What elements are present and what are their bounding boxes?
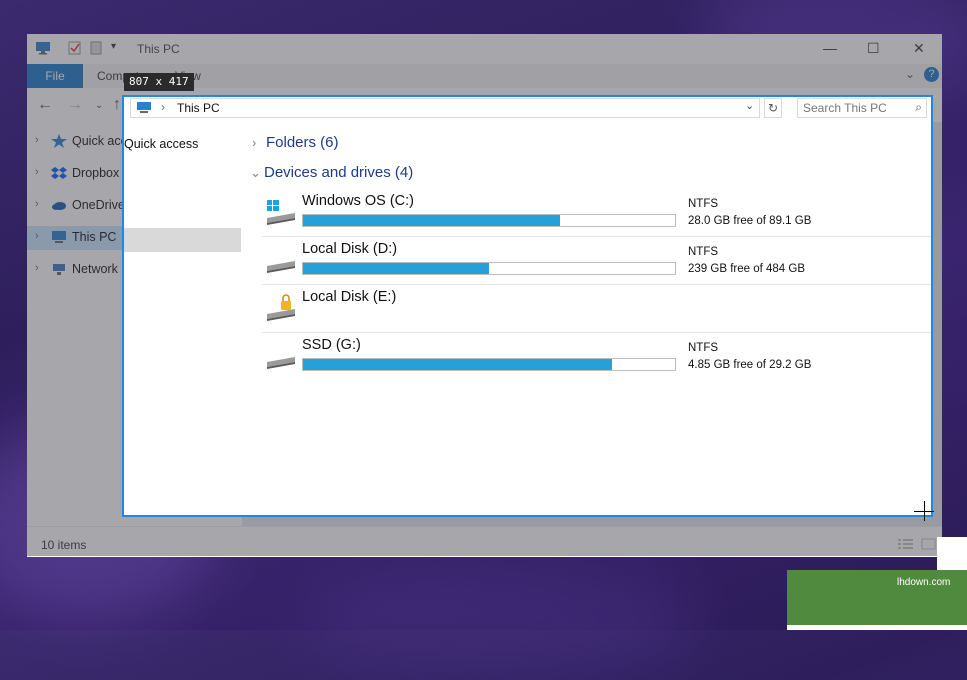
chevron-right-icon[interactable]: › xyxy=(252,135,266,150)
search-icon[interactable]: ⌕ xyxy=(915,100,922,115)
back-button[interactable]: ← xyxy=(37,96,53,114)
close-button[interactable]: ✕ xyxy=(913,40,925,57)
ribbon-expand-icon[interactable]: ⌄ xyxy=(905,67,915,81)
drive-name: Local Disk (E:) xyxy=(302,289,397,305)
computer-icon xyxy=(36,42,50,55)
drive-filesystem: NTFS xyxy=(688,246,719,258)
network-icon xyxy=(53,264,65,275)
chevron-down-icon[interactable]: ⌄ xyxy=(250,165,264,181)
address-bar-row: › This PC ⌄ ↻ Search This PC ⌕ xyxy=(124,97,931,119)
drive-filesystem: NTFS xyxy=(688,198,719,210)
drive-icon xyxy=(267,357,295,369)
drive-usage-fill xyxy=(303,215,560,226)
quick-access-partial-label: Quick access xyxy=(124,137,199,151)
drive-free-space: 4.85 GB free of 29.2 GB xyxy=(688,359,812,371)
folders-title: Folders (6) xyxy=(266,134,339,151)
chevron-right-icon[interactable]: › xyxy=(35,198,39,210)
chevron-right-icon[interactable]: › xyxy=(35,262,39,274)
recent-locations-icon[interactable]: ⌄ xyxy=(95,100,103,111)
chevron-right-icon[interactable]: › xyxy=(35,166,39,178)
properties-icon[interactable] xyxy=(67,41,83,55)
devices-section-header[interactable]: ⌄ Devices and drives (4) xyxy=(250,164,413,181)
up-button[interactable]: ↑ xyxy=(113,96,121,114)
search-placeholder: Search This PC xyxy=(803,101,887,115)
drive-usage-fill xyxy=(303,263,489,274)
desktop-shape xyxy=(300,560,700,680)
drive-name: Local Disk (D:) xyxy=(302,241,398,257)
sidebar-selection-highlight xyxy=(124,228,241,252)
item-count: 10 items xyxy=(41,538,87,552)
chevron-right-icon[interactable]: › xyxy=(35,230,39,242)
sidebar-item-label: OneDrive xyxy=(72,198,125,212)
watermark-text: lhdown.com xyxy=(897,577,951,588)
title-bar: ▾ This PC — ☐ ✕ xyxy=(27,34,942,64)
drive-e[interactable]: Local Disk (E:) xyxy=(262,285,931,333)
sidebar-item-label: This PC xyxy=(72,230,117,244)
drive-filesystem: NTFS xyxy=(688,342,719,354)
breadcrumb-separator-icon[interactable]: › xyxy=(161,100,165,114)
devices-title: Devices and drives (4) xyxy=(264,164,414,181)
dropbox-icon xyxy=(51,167,67,179)
drive-name: SSD (G:) xyxy=(302,337,361,353)
crosshair-cursor xyxy=(924,501,925,521)
drive-free-space: 28.0 GB free of 89.1 GB xyxy=(688,215,812,227)
drive-usage-bar xyxy=(302,262,676,275)
quick-access-dropdown-icon[interactable]: ▾ xyxy=(111,41,127,55)
search-input[interactable]: Search This PC ⌕ xyxy=(797,98,927,118)
watermark: lhdown.com xyxy=(787,537,967,630)
watermark-bottom-strip xyxy=(787,625,967,630)
locked-drive-icon xyxy=(267,294,295,321)
star-icon xyxy=(51,134,67,148)
drive-usage-fill xyxy=(303,359,612,370)
computer-icon xyxy=(52,231,66,243)
help-icon[interactable]: ? xyxy=(924,67,939,82)
cloud-icon xyxy=(52,202,66,210)
drive-g[interactable]: SSD (G:) NTFS 4.85 GB free of 29.2 GB xyxy=(262,333,931,380)
windows-drive-icon xyxy=(267,200,295,225)
drive-usage-bar xyxy=(302,214,676,227)
drive-d[interactable]: Local Disk (D:) NTFS 239 GB free of 484 … xyxy=(262,237,931,285)
drive-c[interactable]: Windows OS (C:) NTFS 28.0 GB free of 89.… xyxy=(262,189,931,237)
drive-usage-bar xyxy=(302,358,676,371)
maximize-button[interactable]: ☐ xyxy=(867,40,880,57)
refresh-button[interactable]: ↻ xyxy=(764,98,782,118)
chevron-down-icon[interactable]: ⌄ xyxy=(745,99,754,112)
drive-icon xyxy=(267,261,295,273)
forward-button[interactable]: → xyxy=(67,96,83,114)
drive-free-space: 239 GB free of 484 GB xyxy=(688,263,805,275)
tab-file[interactable]: File xyxy=(27,64,83,88)
sidebar-item-label: Network xyxy=(72,262,118,276)
folders-section-header[interactable]: › Folders (6) xyxy=(252,134,339,151)
drive-name: Windows OS (C:) xyxy=(302,193,414,209)
capture-selection[interactable]: › This PC ⌄ ↻ Search This PC ⌕ Quick acc… xyxy=(122,95,933,517)
selection-size-label: 807 x 417 xyxy=(124,73,194,91)
chevron-right-icon[interactable]: › xyxy=(35,134,39,146)
window-title: This PC xyxy=(137,42,180,56)
address-bar[interactable]: › This PC ⌄ xyxy=(130,98,760,118)
watermark-white-block xyxy=(937,537,967,570)
sidebar-item-label: Dropbox xyxy=(72,166,120,180)
computer-icon xyxy=(137,102,151,113)
new-folder-icon[interactable] xyxy=(89,41,105,55)
minimize-button[interactable]: — xyxy=(823,40,837,56)
sidebar-item-label: Quick access xyxy=(124,137,198,151)
breadcrumb[interactable]: This PC xyxy=(177,101,220,115)
